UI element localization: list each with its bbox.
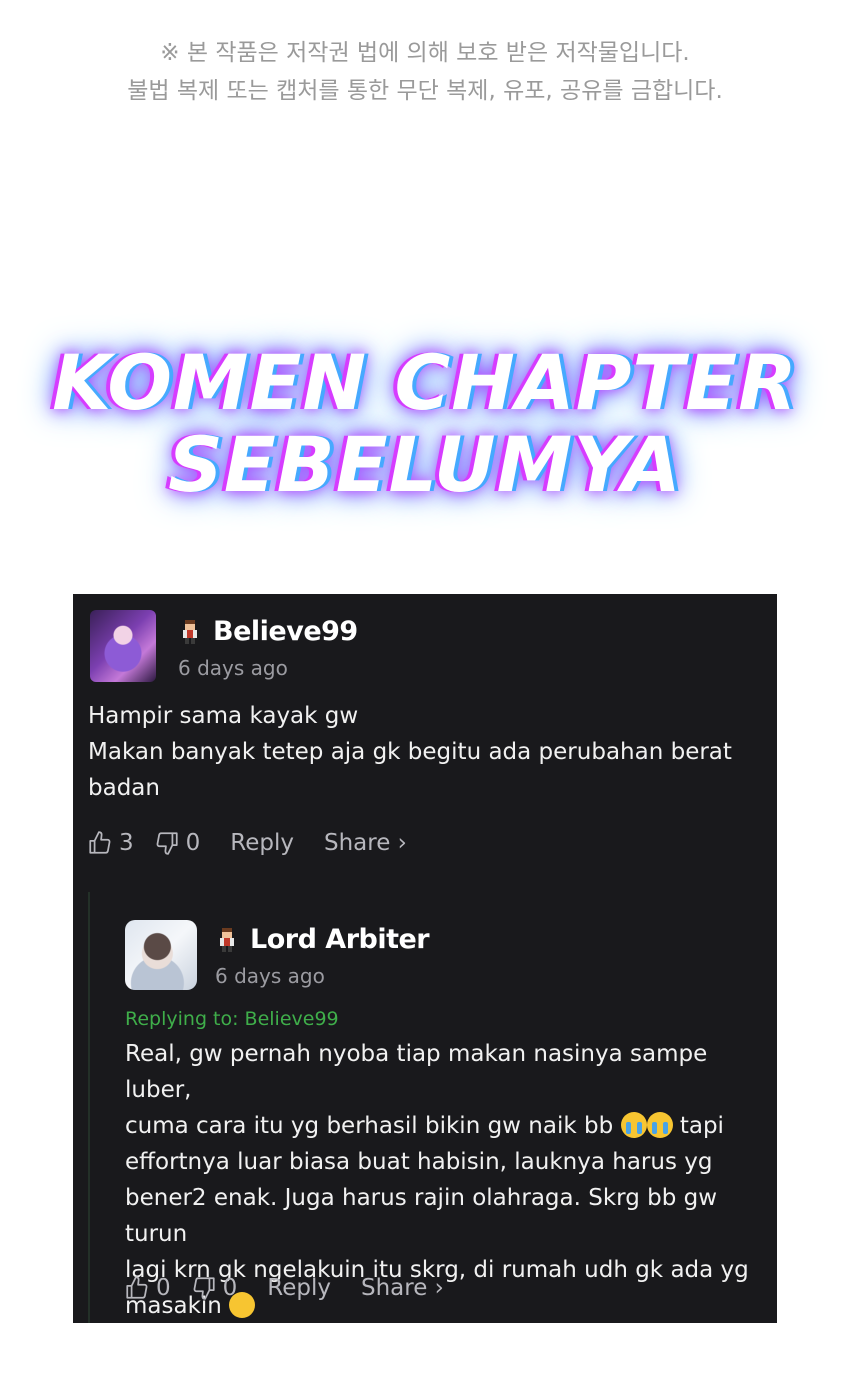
reply-actions: 0 0 Reply Share › (124, 1275, 474, 1301)
avatar[interactable] (125, 920, 197, 990)
thumbs-up-icon[interactable] (124, 1275, 150, 1301)
dislike-count: 0 (222, 1275, 238, 1301)
comment-timestamp: 6 days ago (178, 656, 288, 680)
comment-card: Believe99 6 days ago Hampir sama kayak g… (73, 594, 777, 1323)
comment-username[interactable]: Believe99 (213, 616, 358, 647)
reply-button[interactable]: Reply (230, 830, 294, 856)
pixel-avatar-icon (183, 620, 197, 644)
notice-line-1: ※ 본 작품은 저작권 법에 의해 보호 받은 저작물입니다. (160, 40, 690, 66)
reply-timestamp: 6 days ago (215, 964, 325, 988)
comment-actions: 3 0 Reply Share › (87, 830, 437, 856)
avatar[interactable] (90, 610, 156, 682)
thread-line (88, 892, 90, 1323)
comment-text: Hampir sama kayak gw Makan banyak tetep … (88, 703, 732, 801)
crying-face-emoji (620, 1112, 647, 1138)
crying-face-emoji (646, 1112, 673, 1138)
thumbs-down-icon[interactable] (154, 830, 180, 856)
like-count: 3 (119, 830, 134, 856)
banner-line-2: SEBELUMYA (168, 420, 682, 509)
thumbs-up-icon[interactable] (87, 830, 113, 856)
dislike-count: 0 (185, 830, 201, 856)
pixel-avatar-icon (220, 928, 234, 952)
reply-button[interactable]: Reply (267, 1275, 331, 1301)
like-count: 0 (156, 1275, 171, 1301)
share-button[interactable]: Share › (361, 1275, 444, 1301)
reply-username[interactable]: Lord Arbiter (250, 924, 430, 955)
banner-title: KOMEN CHAPTER SEBELUMYA (0, 345, 850, 503)
notice-line-2: 불법 복제 또는 캡처를 통한 무단 복제, 유포, 공유를 금합니다. (127, 78, 723, 104)
banner-line-1: KOMEN CHAPTER (52, 338, 798, 427)
copyright-notice: ※ 본 작품은 저작권 법에 의해 보호 받은 저작물입니다. 불법 복제 또는… (0, 34, 850, 110)
reply-text-part-1: Real, gw pernah nyoba tiap makan nasinya… (125, 1041, 708, 1139)
replying-to-label[interactable]: Replying to: Believe99 (125, 1008, 339, 1030)
share-button[interactable]: Share › (324, 830, 407, 856)
thumbs-down-icon[interactable] (191, 1275, 217, 1301)
